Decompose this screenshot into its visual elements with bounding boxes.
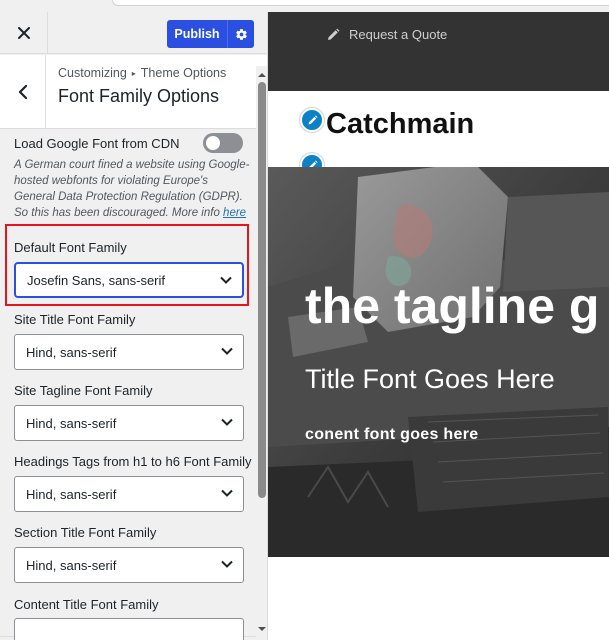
publish-button[interactable]: Publish — [167, 20, 227, 48]
browser-top-strip — [0, 0, 609, 12]
pencil-icon — [308, 114, 318, 124]
close-customizer-button[interactable] — [0, 12, 48, 54]
content-title-font-label: Content Title Font Family — [14, 597, 159, 612]
site-preview: Request a Quote Catchmain the tagline g … — [268, 12, 609, 640]
breadcrumb-parent: Theme Options — [140, 66, 227, 80]
hero-banner: the tagline g Title Font Goes Here conen… — [268, 167, 609, 557]
site-tagline-font-value: Hind, sans-serif — [26, 415, 117, 431]
hero-tagline: the tagline g — [305, 278, 600, 334]
section-title-font-value: Hind, sans-serif — [26, 557, 117, 573]
chevron-down-icon — [221, 418, 233, 426]
site-title-font-label: Site Title Font Family — [14, 312, 136, 327]
google-font-label: Load Google Font from CDN — [14, 136, 180, 151]
site-tagline-font-select[interactable]: Hind, sans-serif — [14, 405, 244, 441]
chevron-down-icon — [221, 489, 233, 497]
sidebar-scrollbar[interactable] — [256, 66, 268, 640]
section-title-font-label: Section Title Font Family — [14, 525, 157, 540]
pencil-icon — [328, 28, 340, 40]
google-font-toggle[interactable] — [203, 133, 243, 153]
content-title-font-select[interactable] — [14, 618, 244, 640]
toggle-knob — [206, 136, 220, 150]
headings-font-value: Hind, sans-serif — [26, 486, 117, 502]
site-title-font-value: Hind, sans-serif — [26, 344, 117, 360]
scroll-down-arrow-icon[interactable] — [256, 624, 268, 634]
default-font-value: Josefin Sans, sans-serif — [27, 272, 166, 288]
breadcrumb-root: Customizing — [58, 66, 127, 80]
browser-viewport: Publish Customizing ▸ Theme Options Font F… — [0, 0, 609, 640]
close-icon — [17, 27, 30, 39]
preview-topbar: Request a Quote — [268, 12, 609, 91]
chevron-left-icon — [18, 85, 27, 99]
site-title-font-select[interactable]: Hind, sans-serif — [14, 334, 244, 370]
scroll-up-arrow-icon[interactable] — [256, 70, 268, 80]
hero-content-text: conent font goes here — [305, 426, 479, 443]
chevron-down-icon — [221, 347, 233, 355]
hero-background-image — [268, 167, 609, 557]
scrollbar-thumb[interactable] — [258, 82, 266, 498]
back-button[interactable] — [0, 55, 46, 129]
breadcrumb-separator: ▸ — [131, 69, 136, 78]
site-title[interactable]: Catchmain — [326, 108, 474, 141]
chevron-down-icon — [221, 560, 233, 568]
publish-group: Publish — [167, 20, 254, 48]
customizer-header: Publish — [0, 12, 267, 54]
headings-font-label: Headings Tags from h1 to h6 Font Family — [14, 454, 252, 469]
site-tagline-font-label: Site Tagline Font Family — [14, 383, 153, 398]
gdpr-description-text: A German court fined a website using Goo… — [14, 159, 250, 219]
request-quote-link[interactable]: Request a Quote — [326, 27, 447, 42]
breadcrumb: Customizing ▸ Theme Options — [58, 66, 226, 80]
default-font-label: Default Font Family — [14, 240, 127, 255]
section-header: Customizing ▸ Theme Options Font Family Op… — [0, 55, 267, 129]
default-font-select[interactable]: Josefin Sans, sans-serif — [14, 262, 244, 298]
gdpr-description: A German court fined a website using Goo… — [14, 157, 250, 221]
section-title: Font Family Options — [58, 86, 220, 106]
section-title-font-select[interactable]: Hind, sans-serif — [14, 547, 244, 583]
chevron-down-icon — [220, 276, 232, 284]
more-info-link[interactable]: here — [223, 207, 246, 219]
headings-font-select[interactable]: Hind, sans-serif — [14, 476, 244, 512]
request-quote-label: Request a Quote — [349, 27, 448, 42]
tab-edge — [112, 0, 609, 6]
gear-icon — [235, 28, 247, 40]
hero-title: Title Font Goes Here — [305, 364, 555, 394]
publish-settings-button[interactable] — [227, 20, 254, 48]
edit-site-title-shortcut[interactable] — [300, 108, 324, 132]
